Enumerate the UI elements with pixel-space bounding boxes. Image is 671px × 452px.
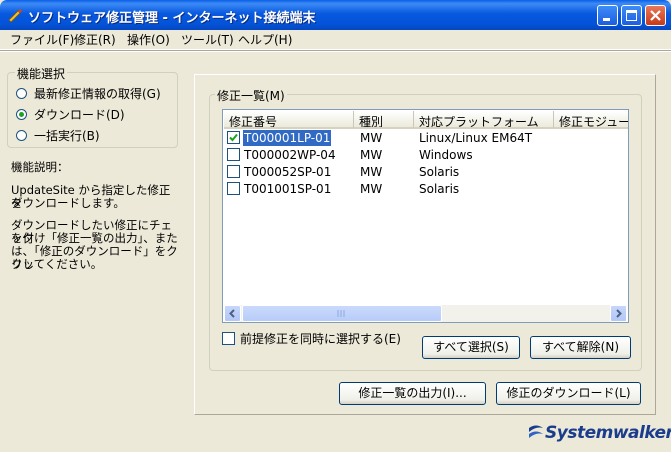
check-icon — [229, 133, 238, 142]
menu-help[interactable]: ヘルプ(H) — [238, 31, 292, 48]
grip-icon — [337, 310, 345, 317]
cell-platform: Linux/Linux EM64T — [419, 131, 533, 145]
logo-mark-icon — [529, 425, 543, 438]
scroll-left-button[interactable] — [224, 305, 241, 322]
window-title: ソフトウェア修正管理 - インターネット接続端末 — [28, 11, 316, 26]
scroll-right-button[interactable] — [610, 305, 627, 322]
radio-batch[interactable] — [16, 130, 27, 141]
cell-fix-id: T000052SP-01 — [244, 165, 332, 179]
cell-type: MW — [360, 182, 383, 196]
deselect-all-button[interactable]: すべて解除(N) — [530, 336, 631, 359]
chevron-left-icon — [229, 309, 235, 318]
horizontal-scrollbar[interactable] — [224, 305, 627, 322]
description-line: クしてください。 — [11, 257, 103, 271]
radio-get-latest[interactable] — [16, 88, 27, 99]
app-icon — [7, 7, 23, 23]
column-header-platform[interactable]: 対応プラットフォーム — [414, 111, 554, 129]
chevron-right-icon — [616, 309, 622, 318]
cell-platform: Solaris — [419, 182, 460, 196]
column-header-type[interactable]: 種別 — [354, 111, 414, 129]
cell-type: MW — [360, 148, 383, 162]
download-button[interactable]: 修正のダウンロード(L) — [496, 382, 641, 405]
cell-fix-id: T001001SP-01 — [244, 182, 332, 196]
table-row[interactable]: T000052SP-01 MW Solaris — [224, 163, 627, 180]
row-checkbox[interactable] — [227, 131, 240, 144]
cell-fix-id: T000002WP-04 — [244, 148, 336, 162]
cell-platform: Solaris — [419, 165, 460, 179]
cell-type: MW — [360, 165, 383, 179]
menu-divider — [0, 50, 671, 52]
fix-list-legend: 修正一覧(M) — [215, 87, 287, 104]
row-checkbox[interactable] — [227, 148, 240, 161]
description-line: ダウンロードします。 — [11, 196, 125, 210]
row-checkbox[interactable] — [227, 182, 240, 195]
row-checkbox[interactable] — [227, 165, 240, 178]
select-all-button[interactable]: すべて選択(S) — [422, 336, 520, 359]
fix-list-view[interactable]: 修正番号 種別 対応プラットフォーム 修正モジュー T000001LP-01 M… — [222, 109, 629, 323]
menu-file[interactable]: ファイル(F) — [10, 31, 74, 48]
radio-batch-label[interactable]: 一括実行(B) — [34, 127, 100, 144]
menu-fix[interactable]: 修正(R) — [74, 31, 116, 48]
systemwalker-logo: Systemwalker — [527, 423, 671, 443]
logo-text: Systemwalker — [545, 423, 671, 443]
radio-download[interactable] — [16, 109, 27, 120]
table-row[interactable]: T001001SP-01 MW Solaris — [224, 180, 627, 197]
radio-download-label[interactable]: ダウンロード(D) — [34, 106, 125, 123]
menu-tools[interactable]: ツール(T) — [181, 31, 234, 48]
maximize-button[interactable] — [621, 5, 642, 26]
column-header-module[interactable]: 修正モジュー — [554, 111, 628, 129]
column-header-fix-id[interactable]: 修正番号 — [224, 111, 354, 129]
description-heading: 機能説明： — [11, 160, 69, 174]
table-row[interactable]: T000001LP-01 MW Linux/Linux EM64T — [224, 129, 627, 146]
minimize-button[interactable] — [597, 5, 618, 26]
table-row[interactable]: T000002WP-04 MW Windows — [224, 146, 627, 163]
menu-operation[interactable]: 操作(O) — [127, 31, 170, 48]
cell-platform: Windows — [419, 148, 473, 162]
close-icon — [650, 10, 661, 21]
function-select-legend: 機能選択 — [15, 65, 68, 82]
scroll-thumb[interactable] — [242, 305, 442, 322]
minimize-icon — [603, 18, 610, 21]
maximize-icon — [626, 10, 637, 21]
radio-get-latest-label[interactable]: 最新修正情報の取得(G) — [34, 85, 161, 102]
cell-type: MW — [360, 131, 383, 145]
cell-fix-id: T000001LP-01 — [243, 130, 332, 146]
prereq-checkbox-label[interactable]: 前提修正を同時に選択する(E) — [240, 330, 401, 347]
export-list-button[interactable]: 修正一覧の出力(I)... — [339, 382, 486, 405]
close-button[interactable] — [645, 5, 666, 26]
prereq-checkbox[interactable] — [222, 332, 235, 345]
